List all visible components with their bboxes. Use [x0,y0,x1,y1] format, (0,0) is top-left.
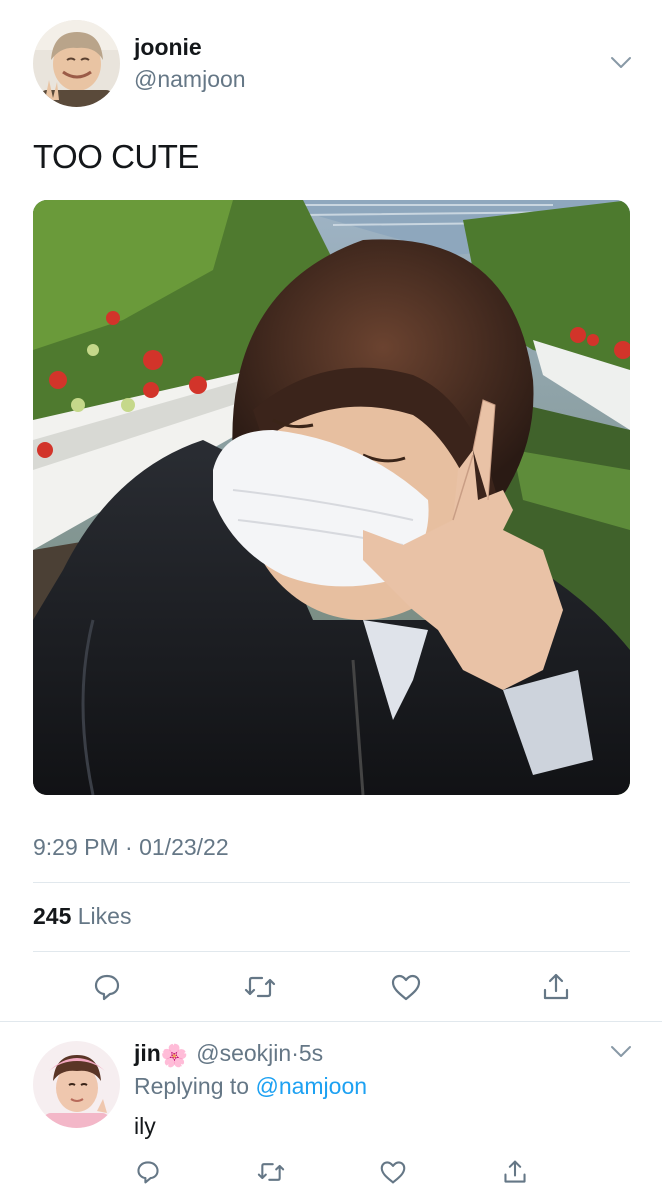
flower-emoji: 🌸 [160,1043,189,1068]
reply-handle[interactable]: @seokjin [196,1040,291,1066]
like-icon[interactable] [376,1155,410,1189]
retweet-icon[interactable] [254,1155,288,1189]
reply-time[interactable]: 5s [299,1040,323,1066]
divider [0,1021,662,1022]
replying-mention[interactable]: @namjoon [255,1073,367,1099]
reply-icon[interactable] [131,1155,165,1189]
reply-header: jin🌸 @seokjin·5s [134,1040,323,1069]
tweet-photo[interactable] [33,200,630,795]
retweet-icon[interactable] [243,970,277,1004]
tweet-timestamp[interactable]: 9:29 PM · 01/23/22 [33,834,229,861]
avatar[interactable] [33,20,120,107]
chevron-down-icon[interactable] [610,1045,632,1059]
chevron-down-icon[interactable] [610,56,632,70]
reply-icon[interactable] [90,970,124,1004]
display-name[interactable]: joonie [134,34,202,61]
user-handle[interactable]: @namjoon [134,66,246,93]
divider [33,882,630,883]
divider [33,951,630,952]
replying-prefix: Replying to [134,1073,250,1099]
reply-separator: · [291,1040,299,1066]
share-icon[interactable] [498,1155,532,1189]
tweet-text: TOO CUTE [33,138,199,175]
share-icon[interactable] [539,970,573,1004]
reply-text: ily [134,1113,156,1139]
likes-count[interactable]: 245 Likes [33,903,131,930]
likes-number: 245 [33,903,72,929]
reply-avatar[interactable] [33,1041,120,1128]
reply-display-name[interactable]: jin [134,1040,161,1066]
likes-label: Likes [77,903,132,929]
replying-to: Replying to @namjoon [134,1073,367,1100]
like-icon[interactable] [389,970,423,1004]
